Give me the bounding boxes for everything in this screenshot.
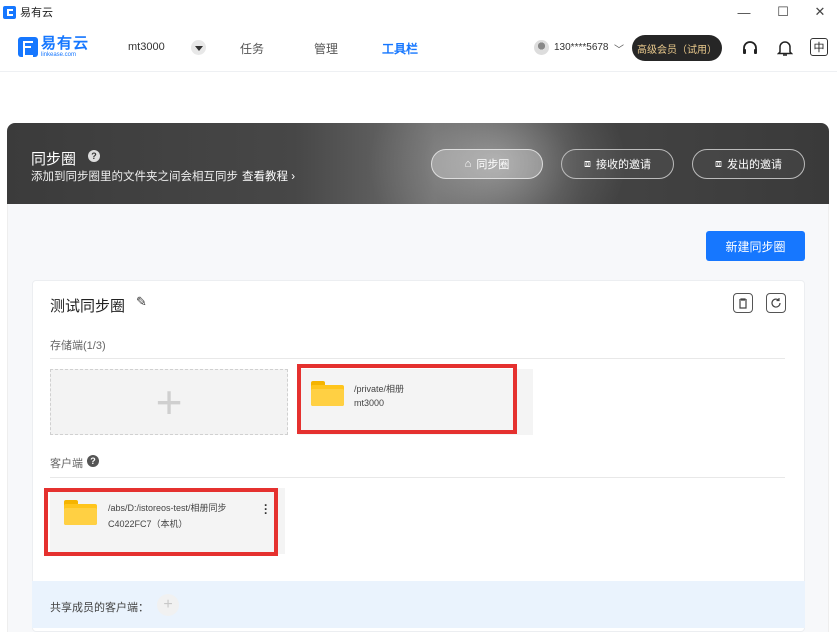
user-phone[interactable]: 130****5678 [554,42,609,53]
window-title: 易有云 [20,7,53,19]
add-storage-button[interactable]: + [50,369,288,435]
top-nav: 易有云 linkease.com mt3000 任务 管理 工具栏 130***… [0,24,837,72]
tab-toolbar[interactable]: 工具栏 [382,40,418,57]
chevron-down-icon[interactable]: ﹀ [614,41,624,56]
card-title: 测试同步圈 [50,298,126,315]
sync-circle-card [32,280,805,632]
highlight-box [44,488,278,556]
brand-name: 易有云 [41,35,90,52]
mouse-cursor [600,406,610,418]
headset-icon[interactable] [740,38,760,58]
device-selector[interactable]: mt3000 [128,41,165,53]
add-shared-member-button[interactable]: + [157,594,179,616]
window-titlebar: 易有云 — ☐ ✕ [0,0,837,24]
storage-section-label: 存储端(1/3) [50,340,106,352]
banner-description: 添加到同步圈里的文件夹之间会相互同步 查看教程 › [31,168,295,184]
vip-badge[interactable]: 高级会员（试用） [632,35,722,61]
home-icon: ⌂ [464,158,472,170]
inbox-icon: ⧈ [584,157,591,170]
client-help-icon[interactable]: ? [87,455,99,467]
brand-mark-icon [18,37,38,57]
tab-tasks[interactable]: 任务 [240,40,264,57]
client-section-label: 客户端 [50,458,83,470]
help-icon[interactable]: ? [88,150,100,162]
sent-invites-button[interactable]: ⧈ 发出的邀请 [692,149,805,179]
shared-members-label: 共享成员的客户端： [50,602,149,614]
banner-title: 同步圈 [31,151,77,168]
view-tutorial-link[interactable]: 查看教程 › [242,171,295,183]
delete-icon[interactable] [733,293,753,313]
edit-icon[interactable]: ✎ [136,294,147,310]
close-button[interactable]: ✕ [800,0,837,24]
sync-circle-banner: 同步圈 ? 添加到同步圈里的文件夹之间会相互同步 查看教程 › ⌂ 同步圈 ⧈ 接收的… [7,123,829,204]
new-sync-circle-button[interactable]: 新建同步圈 [706,231,805,261]
storage-divider [50,358,785,359]
brand-domain: linkease.com [41,52,77,58]
minimize-button[interactable]: — [724,0,764,24]
sent-invites-label: 发出的邀请 [727,159,782,171]
app-logo-icon [3,5,16,19]
tab-manage[interactable]: 管理 [314,40,338,57]
device-dropdown-icon[interactable] [191,40,206,55]
highlight-box [297,364,517,434]
bell-icon[interactable] [775,38,795,58]
banner-desc-text: 添加到同步圈里的文件夹之间会相互同步 [31,171,238,183]
sync-circle-tab-button[interactable]: ⌂ 同步圈 [431,149,543,179]
maximize-button[interactable]: ☐ [763,0,803,24]
client-divider [50,477,785,478]
received-invites-label: 接收的邀请 [596,159,651,171]
brand-logo[interactable]: 易有云 linkease.com [18,36,89,58]
sync-circle-tab-label: 同步圈 [476,159,510,171]
received-invites-button[interactable]: ⧈ 接收的邀请 [561,149,674,179]
outbox-icon: ⧈ [715,157,722,170]
language-switch-button[interactable]: 中 [810,38,828,56]
user-avatar[interactable] [534,40,549,55]
refresh-icon[interactable] [766,293,786,313]
